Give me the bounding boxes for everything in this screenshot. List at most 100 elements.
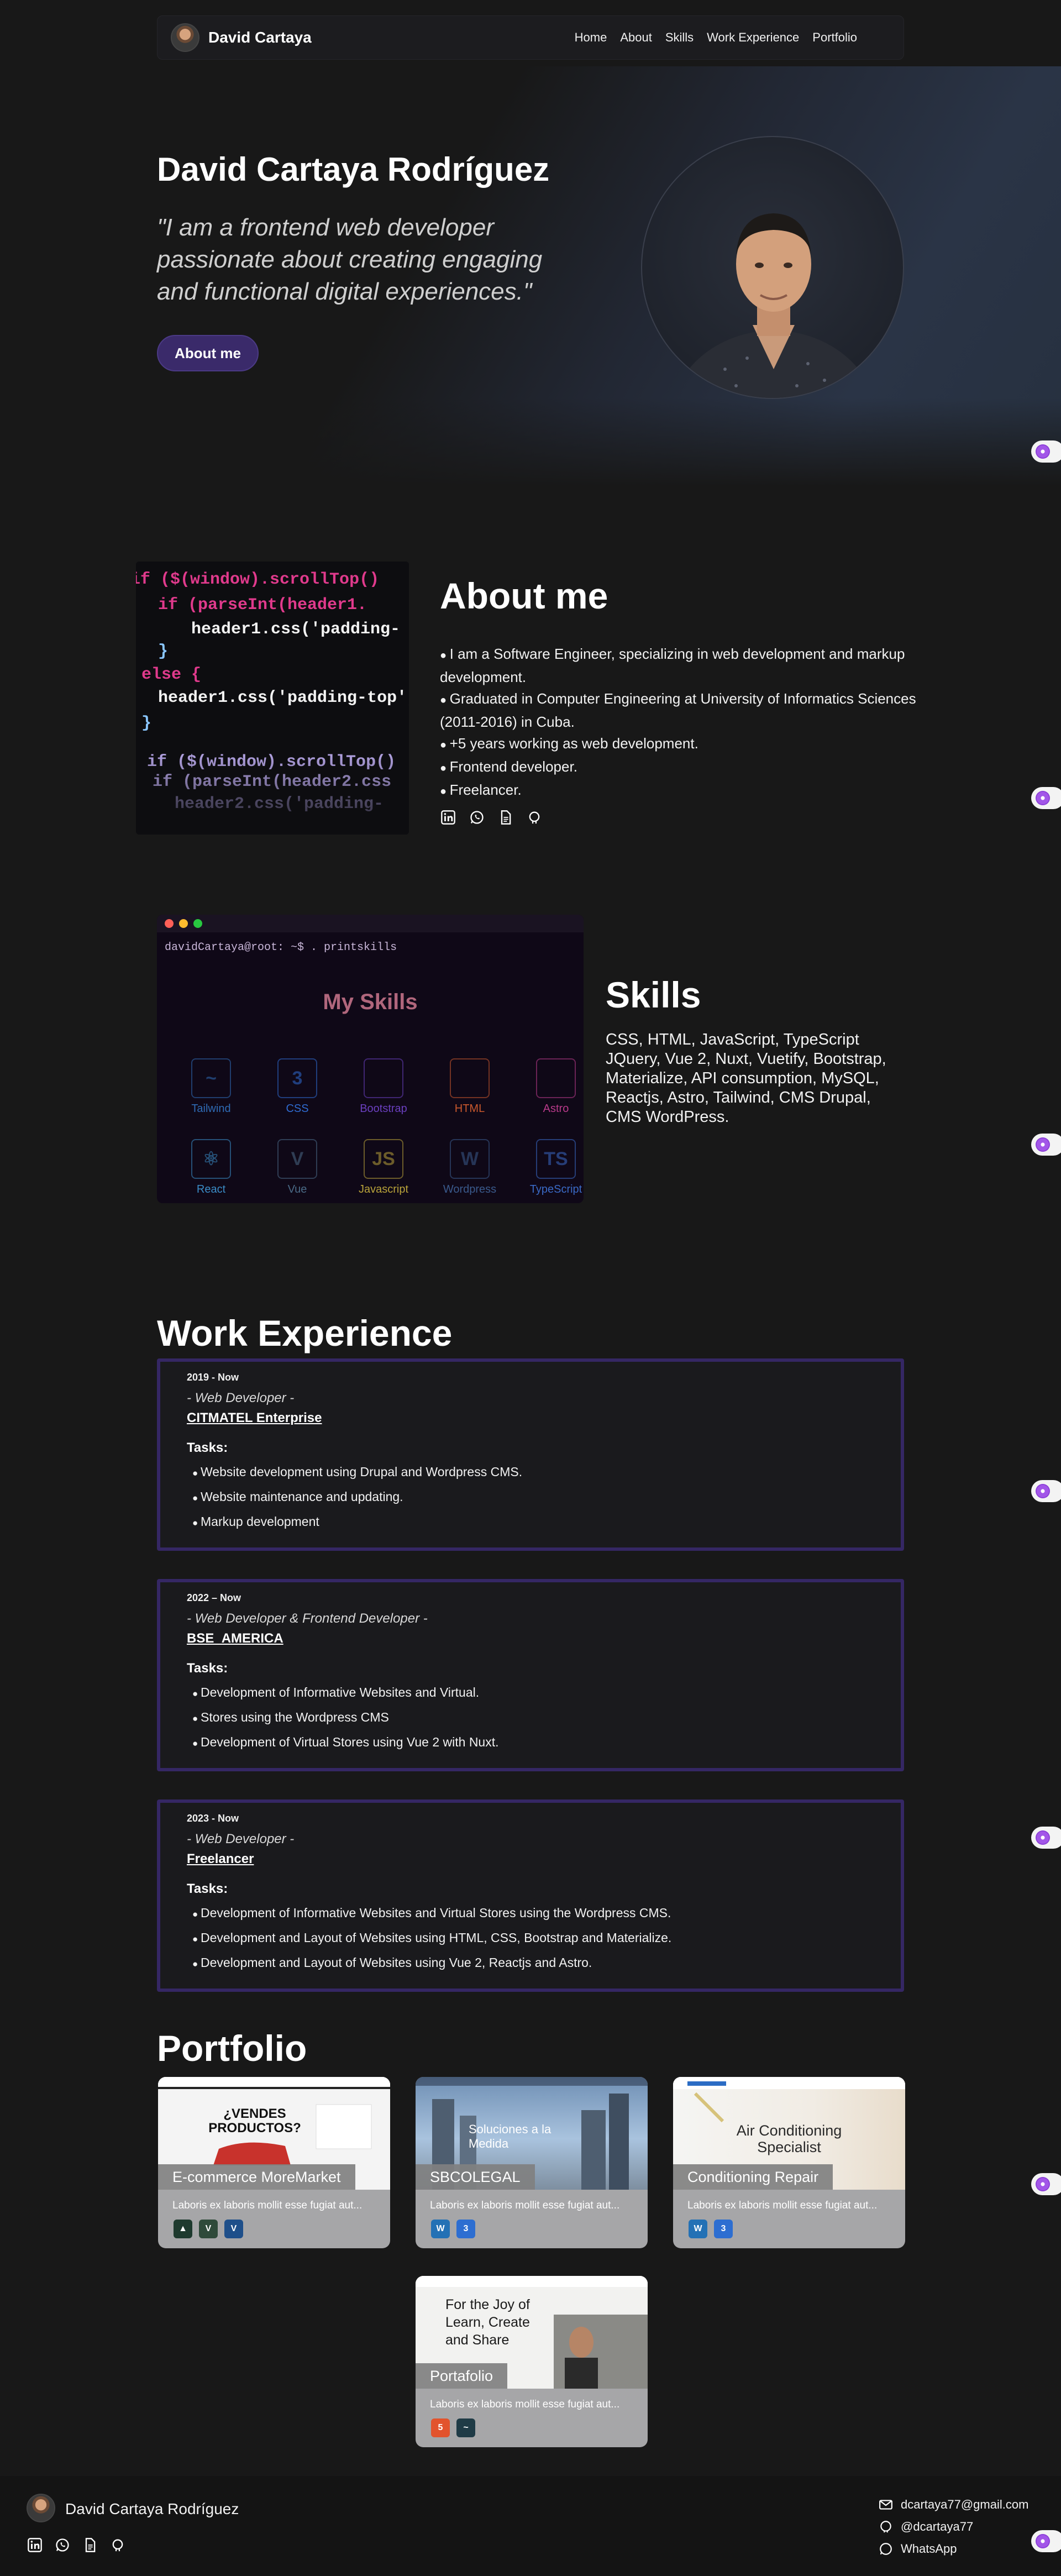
portfolio-card-moremarket[interactable]: ¿VENDES PRODUCTOS? E-commerce MoreMarket… <box>158 2077 390 2248</box>
hero-title: David Cartaya Rodríguez <box>157 151 550 188</box>
css-icon: 3 <box>456 2220 475 2238</box>
about-list: I am a Software Engineer, specializing i… <box>440 643 926 802</box>
job-card: 2019 - Now - Web Developer - CITMATEL En… <box>157 1358 904 1551</box>
card-tech-icons: W 3 <box>431 2220 475 2238</box>
css-icon: 3 <box>714 2220 733 2238</box>
job-card: 2022 – Now - Web Developer & Frontend De… <box>157 1579 904 1771</box>
wordpress-icon: W <box>450 1139 490 1179</box>
job-role: - Web Developer - <box>187 1832 295 1846</box>
job-tasks-label: Tasks: <box>187 1440 228 1455</box>
floating-widget-button[interactable] <box>1031 1827 1061 1849</box>
widget-icon <box>1036 1484 1050 1498</box>
whatsapp-icon <box>880 2543 892 2555</box>
card-tech-icons: ▲ V V <box>174 2220 243 2238</box>
job-tasks: Development of Informative Websites and … <box>192 1901 874 1976</box>
footer-avatar <box>27 2494 55 2522</box>
contact-whatsapp[interactable]: WhatsApp <box>879 2538 1028 2560</box>
job-task: Development of Informative Websites and … <box>192 1901 874 1926</box>
github-icon[interactable] <box>109 2537 126 2553</box>
maximize-dot-icon[interactable] <box>193 919 202 928</box>
skills-text: CSS, HTML, JavaScript, TypeScript JQuery… <box>606 1031 886 1126</box>
html-icon <box>450 1058 490 1098</box>
portfolio-card-conditioning-repair[interactable]: Air Conditioning Specialist Conditioning… <box>673 2077 905 2248</box>
card-title: SBCOLEGAL <box>416 2164 535 2190</box>
document-icon[interactable] <box>82 2537 98 2553</box>
skills-heading: Skills <box>606 974 701 1015</box>
nav-brand-name[interactable]: David Cartaya <box>208 29 312 46</box>
skill-label: CSS <box>286 1103 309 1115</box>
skill-label: Bootstrap <box>360 1103 407 1115</box>
job-task: Website development using Drupal and Wor… <box>192 1460 874 1485</box>
job-task: Development and Layout of Websites using… <box>192 1951 874 1976</box>
about-social-icons <box>440 809 543 826</box>
floating-widget-button[interactable] <box>1031 1480 1061 1502</box>
contact-email[interactable]: dcartaya77@gmail.com <box>879 2494 1028 2516</box>
job-task: Website maintenance and updating. <box>192 1485 874 1510</box>
terminal-title: My Skills <box>323 990 418 1014</box>
linkedin-icon[interactable] <box>27 2537 43 2553</box>
job-company-link[interactable]: CITMATEL Enterprise <box>187 1410 322 1426</box>
floating-widget-button[interactable] <box>1031 440 1061 463</box>
skill-css: 3 CSS <box>254 1058 340 1115</box>
skill-astro: Astro <box>513 1058 584 1115</box>
footer-name: David Cartaya Rodríguez <box>65 2500 239 2517</box>
javascript-icon: JS <box>364 1139 403 1179</box>
job-company-link[interactable]: BSE_AMERICA <box>187 1631 283 1646</box>
job-role: - Web Developer - <box>187 1391 295 1405</box>
nav-link-work-experience[interactable]: Work Experience <box>707 30 799 45</box>
floating-widget-button[interactable] <box>1031 1134 1061 1156</box>
floating-widget-button[interactable] <box>1031 2173 1061 2195</box>
job-tasks: Development of Informative Websites and … <box>192 1681 874 1755</box>
footer: David Cartaya Rodríguez dcartaya77@gmail… <box>0 2476 1061 2576</box>
widget-icon <box>1036 2534 1050 2548</box>
nav-link-home[interactable]: Home <box>575 30 607 45</box>
nav-link-about[interactable]: About <box>620 30 652 45</box>
widget-icon <box>1036 1137 1050 1152</box>
linkedin-icon[interactable] <box>440 809 456 826</box>
skill-label: Tailwind <box>191 1103 231 1115</box>
document-icon[interactable] <box>497 809 514 826</box>
bootstrap-icon <box>364 1058 403 1098</box>
skill-label: Astro <box>543 1103 569 1115</box>
wordpress-icon: W <box>689 2220 707 2238</box>
navbar: David Cartaya Home About Skills Work Exp… <box>157 15 904 60</box>
card-description: Laboris ex laboris mollit esse fugiat au… <box>430 2200 620 2211</box>
job-tasks-label: Tasks: <box>187 1661 228 1676</box>
job-company-link[interactable]: Freelancer <box>187 1851 254 1867</box>
skills-terminal: davidCartaya@root: ~$ . printskills My S… <box>157 915 584 1203</box>
project-screenshot-text: For the Joy of Learn, Create and Share <box>445 2297 530 2348</box>
whatsapp-icon[interactable] <box>469 809 485 826</box>
vue-icon: V <box>199 2220 218 2238</box>
nav-link-skills[interactable]: Skills <box>665 30 694 45</box>
floating-widget-button[interactable] <box>1031 787 1061 809</box>
close-dot-icon[interactable] <box>165 919 174 928</box>
about-me-button[interactable]: About me <box>157 335 259 371</box>
card-tech-icons: 5 ~ <box>431 2418 475 2437</box>
tailwind-icon: ~ <box>456 2418 475 2437</box>
contact-whatsapp-text: WhatsApp <box>901 2542 957 2556</box>
avatar[interactable] <box>171 23 199 52</box>
project-screenshot-text: Soluciones a la Medida <box>469 2122 551 2150</box>
react-icon: ⚛ <box>191 1139 231 1179</box>
skill-label: HTML <box>454 1103 485 1115</box>
contact-github-text: @dcartaya77 <box>901 2520 974 2533</box>
card-tech-icons: W 3 <box>689 2220 733 2238</box>
skill-tailwind: ~ Tailwind <box>168 1058 254 1115</box>
nuxt-icon: ▲ <box>174 2220 192 2238</box>
github-icon[interactable] <box>526 809 543 826</box>
widget-icon <box>1036 791 1050 805</box>
footer-contacts: dcartaya77@gmail.com @dcartaya77 WhatsAp… <box>879 2494 1028 2560</box>
html-icon: 5 <box>431 2418 450 2437</box>
job-task: Development of Virtual Stores using Vue … <box>192 1730 874 1755</box>
minimize-dot-icon[interactable] <box>179 919 188 928</box>
contact-github[interactable]: @dcartaya77 <box>879 2516 1028 2538</box>
project-screenshot-text: ¿VENDES PRODUCTOS? <box>208 2106 301 2136</box>
portfolio-card-sbcolegal[interactable]: Soluciones a la Medida SBCOLEGAL Laboris… <box>416 2077 648 2248</box>
about-item: +5 years working as web development. <box>440 733 926 756</box>
job-date: 2022 – Now <box>187 1592 241 1603</box>
portfolio-card-portafolio[interactable]: For the Joy of Learn, Create and Share P… <box>416 2276 648 2447</box>
nav-link-portfolio[interactable]: Portfolio <box>812 30 857 45</box>
floating-widget-button[interactable] <box>1031 2530 1061 2552</box>
whatsapp-icon[interactable] <box>54 2537 71 2553</box>
terminal-prompt: davidCartaya@root: ~$ . printskills <box>165 941 397 954</box>
